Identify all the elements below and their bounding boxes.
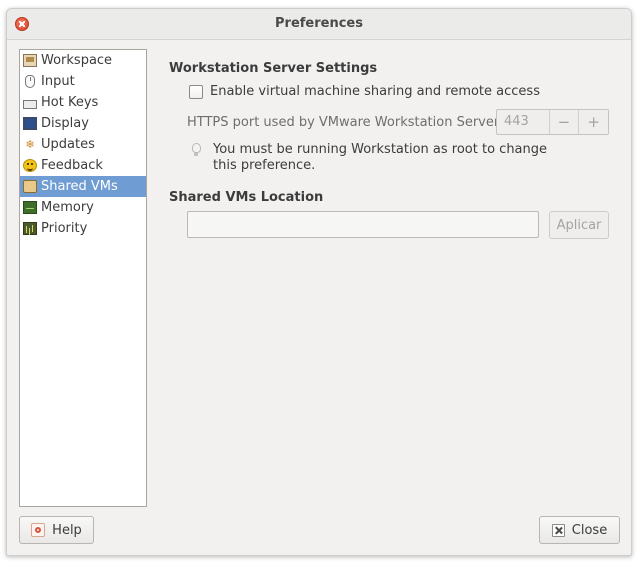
- close-icon: [551, 523, 565, 537]
- sidebar-item-memory[interactable]: Memory: [20, 197, 146, 218]
- sidebar-item-workspace[interactable]: Workspace: [20, 50, 146, 71]
- sidebar-item-label: Feedback: [41, 158, 103, 173]
- keyboard-icon: [23, 99, 37, 109]
- https-port-spinner: 443 − +: [496, 109, 609, 135]
- close-button-label: Close: [571, 522, 608, 538]
- window-title: Preferences: [275, 16, 363, 31]
- workspace-icon: [23, 54, 37, 67]
- help-button-label: Help: [52, 522, 82, 538]
- sidebar-item-label: Hot Keys: [41, 95, 99, 110]
- sidebar-item-feedback[interactable]: Feedback: [20, 155, 146, 176]
- shared-vms-location-input[interactable]: [187, 211, 539, 238]
- sidebar-item-label: Display: [41, 116, 89, 131]
- sidebar-item-label: Memory: [41, 200, 94, 215]
- https-port-label: HTTPS port used by VMware Workstation Se…: [187, 115, 504, 130]
- sidebar-item-label: Updates: [41, 137, 95, 152]
- https-port-value: 443: [504, 114, 529, 129]
- shared-vms-icon: [23, 180, 37, 193]
- monitor-icon: [23, 117, 37, 130]
- enable-sharing-checkbox[interactable]: [189, 84, 203, 99]
- server-settings-heading: Workstation Server Settings: [169, 61, 378, 76]
- port-increment-button: +: [578, 110, 608, 134]
- lightbulb-icon: [189, 142, 207, 174]
- help-icon: [31, 523, 46, 537]
- shared-vms-location-heading: Shared VMs Location: [169, 190, 324, 205]
- sidebar-item-label: Shared VMs: [41, 179, 118, 194]
- help-button[interactable]: Help: [19, 516, 94, 544]
- sidebar-item-display[interactable]: Display: [20, 113, 146, 134]
- sidebar-item-priority[interactable]: Priority: [20, 218, 146, 239]
- sidebar-item-hot-keys[interactable]: Hot Keys: [20, 92, 146, 113]
- enable-sharing-row[interactable]: Enable virtual machine sharing and remot…: [189, 84, 540, 99]
- sidebar-item-shared-vms[interactable]: Shared VMs: [20, 176, 146, 197]
- close-button[interactable]: Close: [539, 516, 620, 544]
- title-bar: Preferences: [7, 9, 631, 40]
- enable-sharing-label[interactable]: Enable virtual machine sharing and remot…: [210, 84, 540, 99]
- preferences-category-list: Workspace Input Hot Keys Display ❄ Updat…: [19, 49, 147, 507]
- sidebar-item-input[interactable]: Input: [20, 71, 146, 92]
- mouse-icon: [25, 75, 35, 88]
- memory-icon: [23, 201, 37, 214]
- preferences-window: Preferences Workspace Input Hot Keys Dis…: [6, 8, 632, 556]
- sidebar-item-label: Input: [41, 74, 75, 89]
- updates-icon: ❄: [25, 138, 35, 151]
- priority-icon: [23, 222, 37, 235]
- sidebar-item-label: Priority: [41, 221, 88, 236]
- hint-text: You must be running Workstation as root …: [213, 142, 548, 173]
- apply-button[interactable]: Aplicar: [549, 211, 609, 239]
- port-decrement-button: −: [548, 110, 579, 134]
- root-required-hint: You must be running Workstation as root …: [189, 142, 563, 174]
- sidebar-item-label: Workspace: [41, 53, 113, 68]
- sidebar-item-updates[interactable]: ❄ Updates: [20, 134, 146, 155]
- smiley-icon: [23, 159, 37, 172]
